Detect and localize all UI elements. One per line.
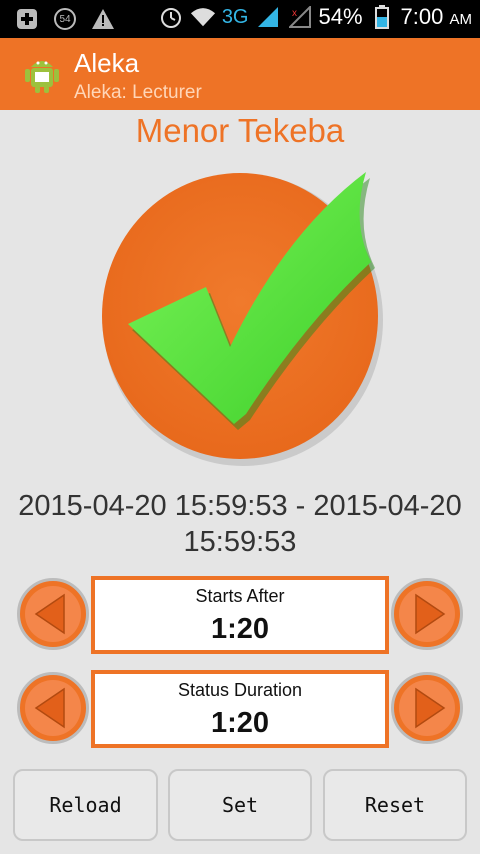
badge-count: 54 bbox=[59, 13, 71, 25]
set-button[interactable]: Set bbox=[168, 769, 312, 841]
status-check-icon bbox=[96, 162, 396, 472]
status-duration-decrease-button[interactable] bbox=[17, 672, 89, 744]
starts-after-box: Starts After 1:20 bbox=[91, 576, 389, 654]
status-duration-box: Status Duration 1:20 bbox=[91, 670, 389, 748]
status-bar: 54 3G x 54% 7:00 AM bbox=[0, 0, 480, 38]
person-name: Menor Tekeba bbox=[135, 112, 345, 149]
svg-text:x: x bbox=[292, 8, 297, 19]
date-range: 2015-04-20 15:59:53 - 2015-04-20 15:59:5… bbox=[18, 490, 462, 558]
battery-icon bbox=[369, 4, 395, 30]
app-subtitle: Aleka: Lecturer bbox=[74, 82, 202, 103]
battery-percent: 54% bbox=[318, 4, 363, 29]
clock: 7:00 AM bbox=[400, 4, 472, 29]
signal-icon bbox=[255, 4, 281, 30]
wifi-icon bbox=[190, 4, 216, 30]
arrow-right-icon bbox=[399, 680, 455, 736]
status-duration-value: 1:20 bbox=[210, 707, 270, 739]
starts-after-value: 1:20 bbox=[210, 613, 270, 645]
reload-button[interactable]: Reload bbox=[13, 769, 158, 841]
add-notification-icon bbox=[14, 6, 40, 32]
alarm-icon bbox=[158, 4, 184, 30]
warning-icon bbox=[90, 6, 116, 32]
status-duration-increase-button[interactable] bbox=[391, 672, 463, 744]
arrow-left-icon bbox=[25, 586, 81, 642]
starts-after-label: Starts After bbox=[195, 586, 285, 606]
starts-after-increase-button[interactable] bbox=[391, 578, 463, 650]
starts-after-decrease-button[interactable] bbox=[17, 578, 89, 650]
arrow-right-icon bbox=[399, 586, 455, 642]
reset-button[interactable]: Reset bbox=[323, 769, 467, 841]
signal-no-sim-icon: x bbox=[287, 4, 313, 30]
badge-count-icon: 54 bbox=[52, 6, 78, 32]
android-app-icon[interactable] bbox=[22, 54, 62, 94]
app-title: Aleka bbox=[74, 48, 140, 78]
arrow-left-icon bbox=[25, 680, 81, 736]
status-duration-label: Status Duration bbox=[177, 680, 303, 700]
action-bar: Aleka Aleka: Lecturer bbox=[0, 38, 480, 110]
network-type: 3G bbox=[221, 5, 249, 28]
